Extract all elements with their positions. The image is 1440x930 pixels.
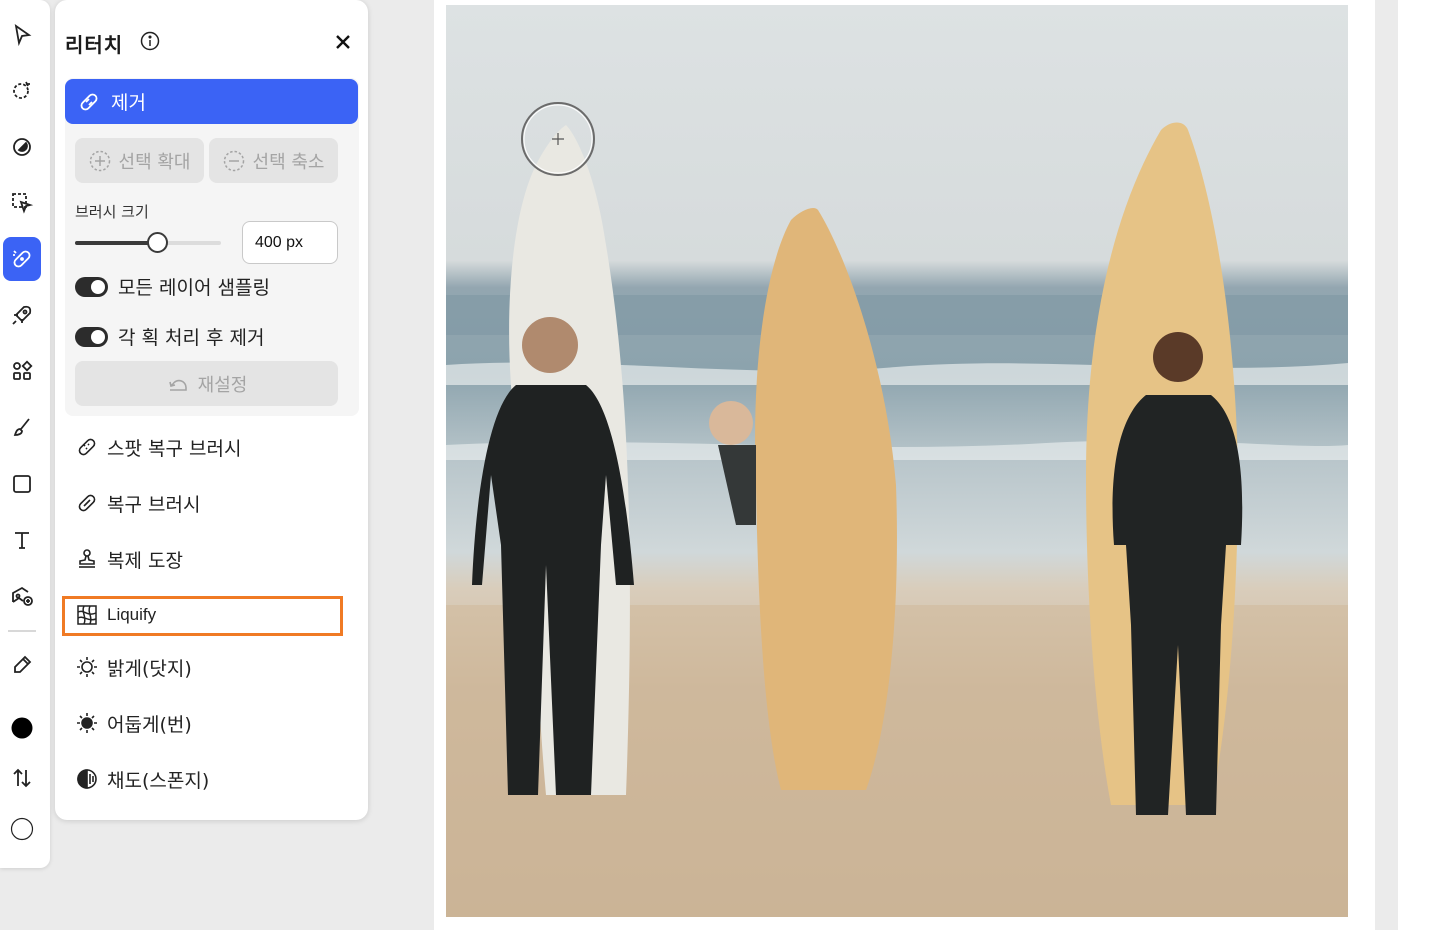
sponge-label: 채도(스폰지) (107, 769, 210, 792)
liquify-highlight-box (62, 596, 343, 636)
spot-healing-icon (78, 438, 96, 456)
expand-selection-label: 선택 확대 (118, 151, 191, 173)
right-panel-edge (1398, 0, 1440, 930)
brush-size-label: 브러시 크기 (75, 203, 149, 221)
sample-all-layers-label: 모든 레이어 샘플링 (118, 277, 270, 299)
reset-label: 재설정 (197, 374, 248, 396)
retouch-panel: 리터치 제거 선택 확대 선택 축소 브러시 크기 모든 레이어 샘플링 각 획… (55, 0, 368, 820)
undo-icon (168, 379, 187, 391)
bandage-icon (80, 93, 98, 110)
layout-grid-icon[interactable] (3, 349, 41, 393)
healing-brush-icon (78, 494, 96, 512)
plus-circle-icon (89, 150, 110, 171)
close-icon[interactable] (331, 30, 355, 54)
spot-healing-brush-item[interactable]: 스팟 복구 브러시 (75, 431, 241, 463)
toolbar-divider (8, 630, 36, 632)
sun-outline-icon (77, 657, 97, 677)
shrink-selection-button[interactable]: 선택 축소 (209, 138, 338, 183)
beach-surfers-image (446, 102, 1348, 917)
canvas-photo[interactable] (446, 5, 1348, 917)
saturation-icon (77, 769, 97, 789)
swap-colors-icon[interactable] (3, 756, 41, 800)
text-tool-icon[interactable] (3, 518, 41, 562)
brush-size-input[interactable] (242, 221, 338, 264)
adjust-icon[interactable] (3, 125, 41, 169)
minus-circle-icon (223, 150, 244, 171)
sun-filled-icon (77, 713, 97, 733)
expand-selection-button[interactable]: 선택 확대 (75, 138, 204, 183)
add-image-icon[interactable] (3, 574, 41, 618)
remove-after-stroke-row: 각 획 처리 후 제거 (75, 323, 265, 350)
select-tool-icon[interactable] (3, 13, 41, 57)
clone-stamp-item[interactable]: 복제 도장 (75, 543, 183, 575)
clone-stamp-icon (79, 549, 95, 568)
reset-button[interactable]: 재설정 (75, 361, 338, 406)
sample-all-layers-toggle[interactable] (75, 276, 108, 297)
dodge-label: 밝게(닷지) (107, 657, 192, 680)
dodge-item[interactable]: 밝게(닷지) (75, 651, 192, 683)
healing-brush-label: 복구 브러시 (107, 493, 201, 516)
remove-label: 제거 (111, 92, 146, 114)
left-toolbar (0, 0, 50, 868)
eyedropper-icon[interactable] (3, 643, 41, 687)
foreground-color-swatch[interactable] (3, 706, 41, 750)
burn-item[interactable]: 어둡게(번) (75, 707, 192, 739)
background-color-swatch[interactable] (3, 807, 41, 851)
info-icon[interactable] (140, 31, 160, 51)
brush-size-slider[interactable] (75, 232, 221, 253)
remove-button[interactable]: 제거 (65, 79, 358, 124)
burn-label: 어둡게(번) (107, 713, 192, 736)
panel-title: 리터치 (65, 33, 124, 57)
spot-healing-label: 스팟 복구 브러시 (107, 437, 242, 460)
cutout-icon[interactable] (3, 181, 41, 225)
slider-thumb[interactable] (146, 232, 168, 253)
remove-after-stroke-label: 각 획 처리 후 제거 (118, 327, 265, 349)
sample-all-layers-row: 모든 레이어 샘플링 (75, 273, 270, 300)
slider-fill (75, 241, 157, 245)
sponge-item[interactable]: 채도(스폰지) (75, 763, 209, 795)
shrink-selection-label: 선택 축소 (252, 151, 325, 173)
healing-brush-item[interactable]: 복구 브러시 (75, 487, 200, 519)
magic-select-icon[interactable] (3, 68, 41, 112)
clone-stamp-label: 복제 도장 (107, 549, 183, 572)
paint-brush-icon[interactable] (3, 405, 41, 449)
remove-after-stroke-toggle[interactable] (75, 326, 108, 347)
rocket-icon[interactable] (3, 293, 41, 337)
retouch-bandage-icon[interactable] (3, 237, 41, 281)
rectangle-shape-icon[interactable] (3, 462, 41, 506)
